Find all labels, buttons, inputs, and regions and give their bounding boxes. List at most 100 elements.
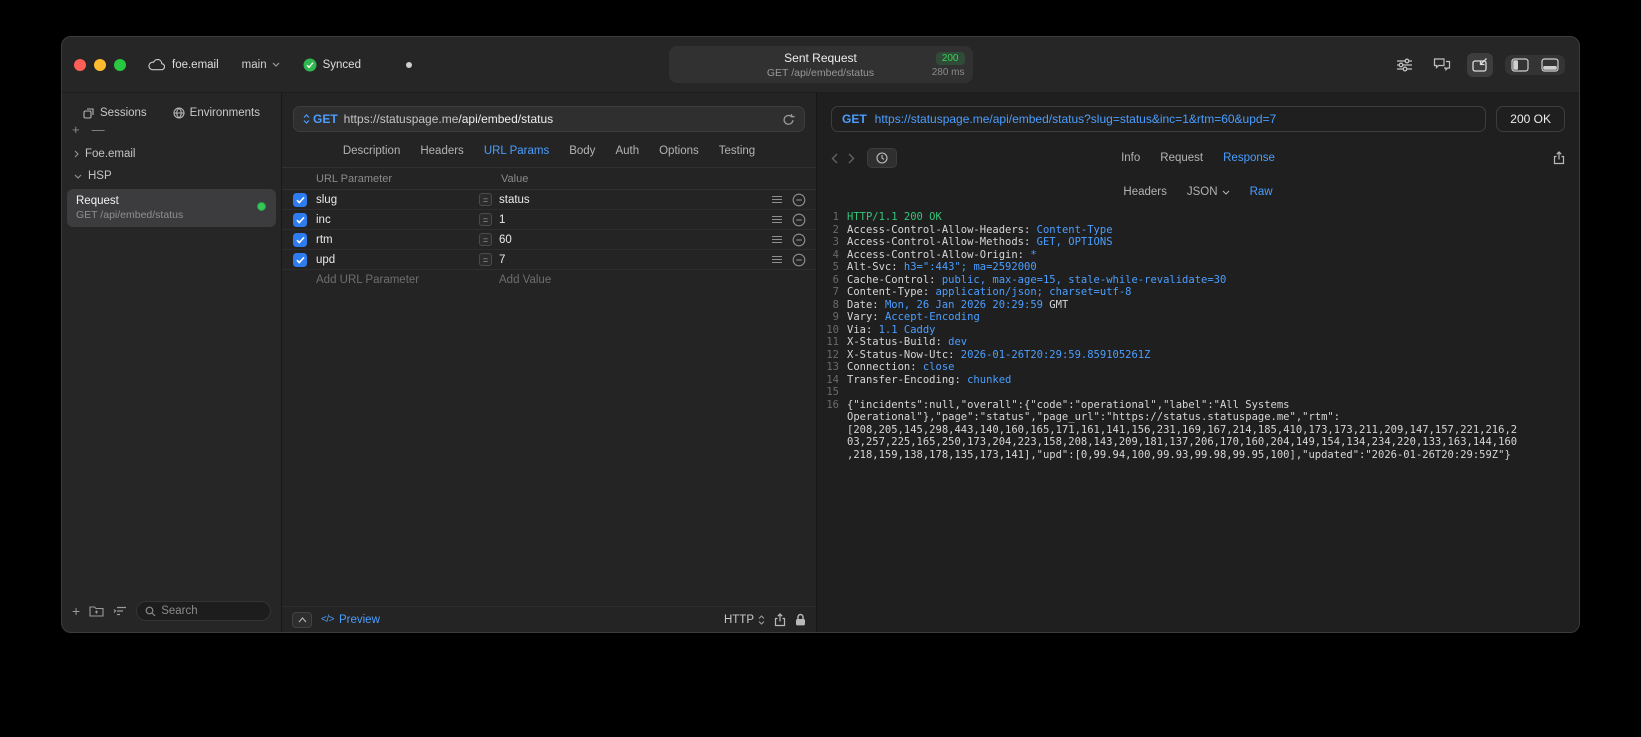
tab-url-params[interactable]: URL Params xyxy=(484,145,549,157)
request-status-pill[interactable]: Sent Request GET /api/embed/status 200 2… xyxy=(668,46,973,83)
code-line: 16 {"incidents":null,"overall":{"code":"… xyxy=(823,399,1521,462)
filter-sliders-icon[interactable] xyxy=(1392,54,1417,76)
param-checkbox[interactable] xyxy=(293,232,307,247)
param-value[interactable]: 1 xyxy=(499,214,771,226)
param-row: inc = 1 xyxy=(282,210,816,230)
forward-icon[interactable] xyxy=(848,153,855,164)
request-footer: </> Preview HTTP xyxy=(282,606,816,632)
tab-headers[interactable]: Headers xyxy=(420,145,463,157)
response-nav-row: Info Request Response xyxy=(831,146,1565,170)
method-selector[interactable]: GET xyxy=(303,112,338,126)
history-clock-button[interactable] xyxy=(867,148,897,168)
code-line: 5 Alt-Svc: h3=":443"; ma=2592000 xyxy=(823,261,1521,274)
request-url-bar[interactable]: GET https://statuspage.me/api/embed/stat… xyxy=(293,106,805,132)
response-url-bar: GET https://statuspage.me/api/embed/stat… xyxy=(831,106,1565,132)
param-row: slug = status xyxy=(282,190,816,210)
collapse-panel-button[interactable] xyxy=(292,611,312,628)
comments-icon[interactable] xyxy=(1429,53,1455,76)
updown-arrows-icon xyxy=(758,614,765,625)
tab-testing[interactable]: Testing xyxy=(719,145,755,157)
param-name[interactable]: upd xyxy=(316,254,479,266)
import-response-icon[interactable] xyxy=(1467,52,1493,77)
param-name[interactable]: inc xyxy=(316,214,479,226)
preview-button[interactable]: </> Preview xyxy=(321,614,380,626)
toggle-bottom-panel-icon[interactable] xyxy=(1541,57,1559,72)
tree-group-hsp[interactable]: HSP xyxy=(66,165,277,187)
tab-response[interactable]: Response xyxy=(1223,152,1275,164)
tab-auth[interactable]: Auth xyxy=(615,145,639,157)
protocol-selector[interactable]: HTTP xyxy=(724,614,765,626)
subtab-raw[interactable]: Raw xyxy=(1250,186,1273,198)
export-response-icon[interactable] xyxy=(1553,151,1565,165)
resend-request-icon[interactable] xyxy=(782,113,795,126)
sent-request-url[interactable]: GET https://statuspage.me/api/embed/stat… xyxy=(831,106,1487,132)
param-value[interactable]: 60 xyxy=(499,234,771,246)
cloud-icon xyxy=(148,58,165,71)
remove-param-icon[interactable] xyxy=(792,233,806,247)
param-name[interactable]: slug xyxy=(316,194,479,206)
line-number: 11 xyxy=(826,336,839,348)
code-line: 2 Access-Control-Allow-Headers: Content-… xyxy=(823,224,1521,237)
panel-toggle-group xyxy=(1505,54,1565,75)
code-line: 6 Cache-Control: public, max-age=15, sta… xyxy=(823,274,1521,287)
add-value-placeholder[interactable]: Add Value xyxy=(499,274,816,286)
remove-param-icon[interactable] xyxy=(792,213,806,227)
tree-item-request[interactable]: Request GET /api/embed/status xyxy=(67,189,276,227)
remove-session-icon[interactable]: — xyxy=(92,123,105,137)
code-line: 8 Date: Mon, 26 Jan 2026 20:29:59 GMT xyxy=(823,299,1521,312)
add-item-icon[interactable]: + xyxy=(72,604,80,618)
param-checkbox[interactable] xyxy=(293,192,307,207)
param-checkbox[interactable] xyxy=(293,212,307,227)
tab-body[interactable]: Body xyxy=(569,145,595,157)
param-value[interactable]: 7 xyxy=(499,254,771,266)
response-body[interactable]: 1 HTTP/1.1 200 OK 2 Access-Control-Allow… xyxy=(817,204,1579,632)
drag-handle-icon[interactable] xyxy=(771,195,783,204)
url-path: /api/embed/status xyxy=(458,112,554,126)
toggle-left-panel-icon[interactable] xyxy=(1511,57,1529,72)
remove-param-icon[interactable] xyxy=(792,193,806,207)
add-param-placeholder[interactable]: Add URL Parameter xyxy=(316,274,479,286)
chevron-down-icon xyxy=(272,62,280,67)
param-checkbox[interactable] xyxy=(293,252,307,267)
lock-icon[interactable] xyxy=(795,613,806,626)
tab-sessions[interactable]: Sessions xyxy=(83,107,147,119)
line-number: 2 xyxy=(832,223,839,236)
subtab-json[interactable]: JSON xyxy=(1187,186,1230,198)
param-name[interactable]: rtm xyxy=(316,234,479,246)
pill-subtitle: GET /api/embed/status xyxy=(766,67,875,79)
view-options-icon[interactable] xyxy=(113,606,127,616)
zoom-window-button[interactable] xyxy=(114,58,126,71)
drag-handle-icon[interactable] xyxy=(771,215,783,224)
tab-request[interactable]: Request xyxy=(1160,152,1203,164)
drag-handle-icon[interactable] xyxy=(771,255,783,264)
tab-description[interactable]: Description xyxy=(343,145,401,157)
subtab-headers[interactable]: Headers xyxy=(1123,186,1166,198)
traffic-lights xyxy=(62,58,126,71)
param-row: upd = 7 xyxy=(282,250,816,270)
sync-status[interactable]: Synced xyxy=(303,58,361,72)
close-window-button[interactable] xyxy=(74,58,86,71)
response-pane: GET https://statuspage.me/api/embed/stat… xyxy=(817,93,1579,632)
protocol-label: HTTP xyxy=(723,613,754,626)
drag-handle-icon[interactable] xyxy=(771,235,783,244)
search-input[interactable]: Search xyxy=(136,601,271,621)
project-name[interactable]: foe.email xyxy=(172,59,219,71)
code-line: 1 HTTP/1.1 200 OK xyxy=(823,211,1521,224)
add-session-icon[interactable]: + xyxy=(72,123,80,137)
param-value[interactable]: status xyxy=(499,194,771,206)
new-folder-icon[interactable] xyxy=(89,605,104,617)
check-icon xyxy=(295,236,305,244)
branch-selector[interactable]: main xyxy=(242,59,280,71)
back-icon[interactable] xyxy=(831,153,838,164)
share-icon[interactable] xyxy=(774,612,786,627)
search-icon xyxy=(145,606,156,616)
tab-environments[interactable]: Environments xyxy=(173,107,260,119)
line-number: 16 xyxy=(826,398,839,411)
tab-info[interactable]: Info xyxy=(1121,152,1140,164)
minimize-window-button[interactable] xyxy=(94,58,106,71)
line-content xyxy=(847,386,1521,399)
tab-options[interactable]: Options xyxy=(659,145,699,157)
remove-param-icon[interactable] xyxy=(792,253,806,267)
chevron-up-icon xyxy=(298,616,306,622)
tree-group-foe-email[interactable]: Foe.email xyxy=(66,143,277,165)
